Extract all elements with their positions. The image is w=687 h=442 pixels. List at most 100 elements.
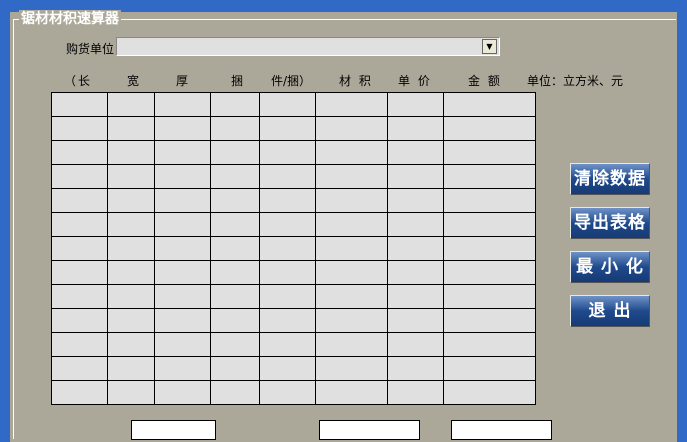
grid-cell[interactable] — [259, 284, 316, 309]
grid-cell[interactable] — [107, 260, 155, 285]
grid-cell[interactable] — [51, 164, 108, 189]
grid-cell[interactable] — [259, 140, 316, 165]
grid-cell[interactable] — [259, 116, 316, 141]
grid-cell[interactable] — [443, 380, 536, 405]
grid-cell[interactable] — [443, 188, 536, 213]
grid-cell[interactable] — [387, 92, 444, 117]
grid-cell[interactable] — [387, 140, 444, 165]
grid-cell[interactable] — [259, 92, 316, 117]
grid-cell[interactable] — [210, 260, 260, 285]
grid-cell[interactable] — [210, 164, 260, 189]
grid-cell[interactable] — [259, 380, 316, 405]
grid-cell[interactable] — [443, 92, 536, 117]
grid-cell[interactable] — [210, 140, 260, 165]
exit-button[interactable]: 退 出 — [570, 295, 650, 327]
grid-cell[interactable] — [315, 260, 388, 285]
grid-cell[interactable] — [154, 380, 211, 405]
grid-cell[interactable] — [107, 332, 155, 357]
grid-cell[interactable] — [51, 356, 108, 381]
grid-cell[interactable] — [387, 260, 444, 285]
grid-cell[interactable] — [154, 212, 211, 237]
clear-data-button[interactable]: 清除数据 — [570, 163, 650, 195]
grid-cell[interactable] — [51, 140, 108, 165]
grid-cell[interactable] — [443, 212, 536, 237]
grid-cell[interactable] — [210, 92, 260, 117]
grid-cell[interactable] — [51, 332, 108, 357]
total-field-3[interactable] — [451, 420, 552, 440]
grid-cell[interactable] — [210, 380, 260, 405]
grid-cell[interactable] — [315, 116, 388, 141]
grid-cell[interactable] — [154, 284, 211, 309]
grid-cell[interactable] — [154, 188, 211, 213]
grid-cell[interactable] — [210, 308, 260, 333]
data-grid[interactable] — [51, 92, 536, 405]
grid-cell[interactable] — [154, 92, 211, 117]
grid-cell[interactable] — [387, 116, 444, 141]
grid-cell[interactable] — [154, 164, 211, 189]
grid-cell[interactable] — [107, 140, 155, 165]
grid-cell[interactable] — [443, 284, 536, 309]
grid-cell[interactable] — [107, 284, 155, 309]
grid-cell[interactable] — [315, 164, 388, 189]
grid-cell[interactable] — [154, 236, 211, 261]
grid-cell[interactable] — [51, 380, 108, 405]
grid-cell[interactable] — [154, 356, 211, 381]
grid-cell[interactable] — [259, 236, 316, 261]
grid-cell[interactable] — [259, 188, 316, 213]
grid-cell[interactable] — [210, 356, 260, 381]
grid-cell[interactable] — [259, 260, 316, 285]
grid-cell[interactable] — [107, 212, 155, 237]
grid-cell[interactable] — [210, 116, 260, 141]
grid-cell[interactable] — [443, 236, 536, 261]
grid-cell[interactable] — [443, 140, 536, 165]
grid-cell[interactable] — [107, 236, 155, 261]
grid-cell[interactable] — [51, 236, 108, 261]
grid-cell[interactable] — [387, 308, 444, 333]
grid-cell[interactable] — [387, 332, 444, 357]
grid-cell[interactable] — [443, 356, 536, 381]
grid-cell[interactable] — [107, 308, 155, 333]
grid-cell[interactable] — [107, 380, 155, 405]
grid-cell[interactable] — [387, 236, 444, 261]
grid-cell[interactable] — [387, 356, 444, 381]
grid-cell[interactable] — [315, 332, 388, 357]
grid-cell[interactable] — [387, 212, 444, 237]
grid-cell[interactable] — [51, 188, 108, 213]
grid-cell[interactable] — [315, 236, 388, 261]
grid-cell[interactable] — [387, 188, 444, 213]
minimize-button[interactable]: 最 小 化 — [570, 251, 650, 283]
grid-cell[interactable] — [315, 380, 388, 405]
grid-cell[interactable] — [154, 260, 211, 285]
grid-cell[interactable] — [315, 188, 388, 213]
grid-cell[interactable] — [107, 116, 155, 141]
grid-cell[interactable] — [210, 212, 260, 237]
grid-cell[interactable] — [51, 116, 108, 141]
grid-cell[interactable] — [154, 332, 211, 357]
grid-cell[interactable] — [443, 116, 536, 141]
grid-cell[interactable] — [107, 164, 155, 189]
grid-cell[interactable] — [107, 188, 155, 213]
grid-cell[interactable] — [51, 92, 108, 117]
grid-cell[interactable] — [387, 284, 444, 309]
grid-cell[interactable] — [315, 92, 388, 117]
grid-cell[interactable] — [443, 332, 536, 357]
grid-cell[interactable] — [210, 332, 260, 357]
grid-cell[interactable] — [210, 236, 260, 261]
grid-cell[interactable] — [51, 260, 108, 285]
grid-cell[interactable] — [51, 212, 108, 237]
grid-cell[interactable] — [154, 308, 211, 333]
grid-cell[interactable] — [259, 212, 316, 237]
grid-cell[interactable] — [443, 164, 536, 189]
grid-cell[interactable] — [315, 140, 388, 165]
grid-cell[interactable] — [154, 116, 211, 141]
grid-cell[interactable] — [51, 284, 108, 309]
grid-cell[interactable] — [259, 308, 316, 333]
grid-cell[interactable] — [387, 164, 444, 189]
grid-cell[interactable] — [154, 140, 211, 165]
grid-cell[interactable] — [259, 356, 316, 381]
grid-cell[interactable] — [51, 308, 108, 333]
grid-cell[interactable] — [443, 260, 536, 285]
grid-cell[interactable] — [210, 188, 260, 213]
chevron-down-icon[interactable]: ▼ — [482, 39, 497, 54]
grid-cell[interactable] — [107, 356, 155, 381]
